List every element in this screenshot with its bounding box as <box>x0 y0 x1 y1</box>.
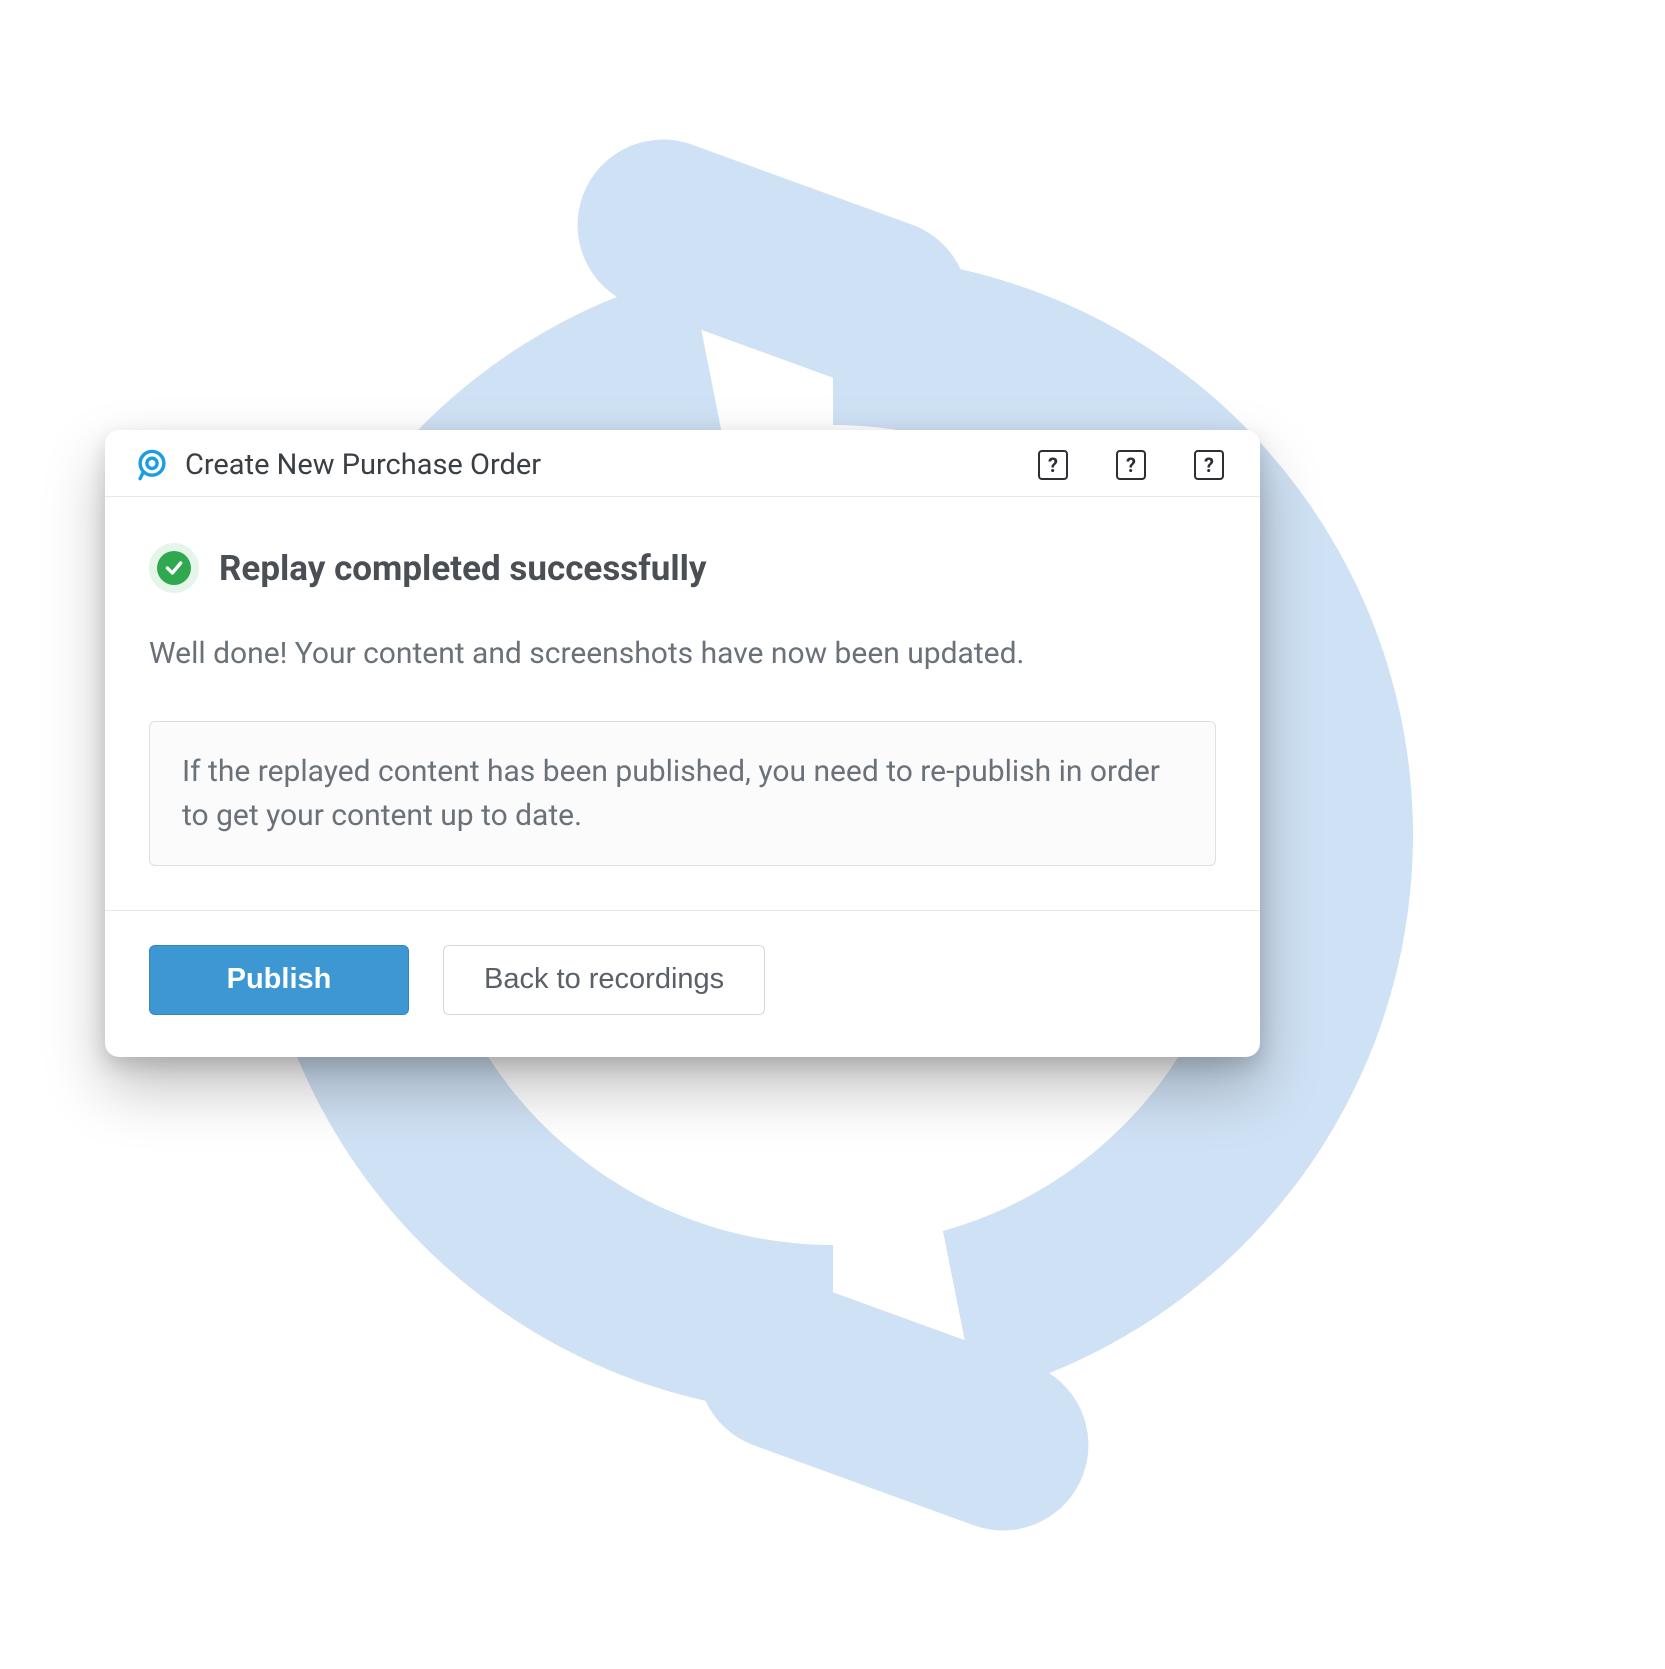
dialog-header: Create New Purchase Order ? ? ? <box>105 430 1260 497</box>
dialog-title: Create New Purchase Order <box>185 448 1038 482</box>
help-icon[interactable]: ? <box>1116 450 1146 480</box>
dialog-body: Replay completed successfully Well done!… <box>105 497 1260 911</box>
status-message: Well done! Your content and screenshots … <box>149 633 1216 675</box>
status-row: Replay completed successfully <box>149 543 1216 593</box>
checkmark-icon <box>157 551 191 585</box>
header-actions: ? ? ? <box>1038 450 1230 480</box>
success-badge <box>149 543 199 593</box>
info-box: If the replayed content has been publish… <box>149 721 1216 866</box>
brand-target-icon <box>135 448 169 482</box>
info-text: If the replayed content has been publish… <box>182 750 1183 837</box>
dialog-footer: Publish Back to recordings <box>105 911 1260 1057</box>
help-icon[interactable]: ? <box>1194 450 1224 480</box>
help-icon[interactable]: ? <box>1038 450 1068 480</box>
publish-button[interactable]: Publish <box>149 945 409 1015</box>
replay-complete-dialog: Create New Purchase Order ? ? ? Replay c… <box>105 430 1260 1057</box>
back-to-recordings-button[interactable]: Back to recordings <box>443 945 765 1015</box>
status-heading: Replay completed successfully <box>219 548 707 589</box>
